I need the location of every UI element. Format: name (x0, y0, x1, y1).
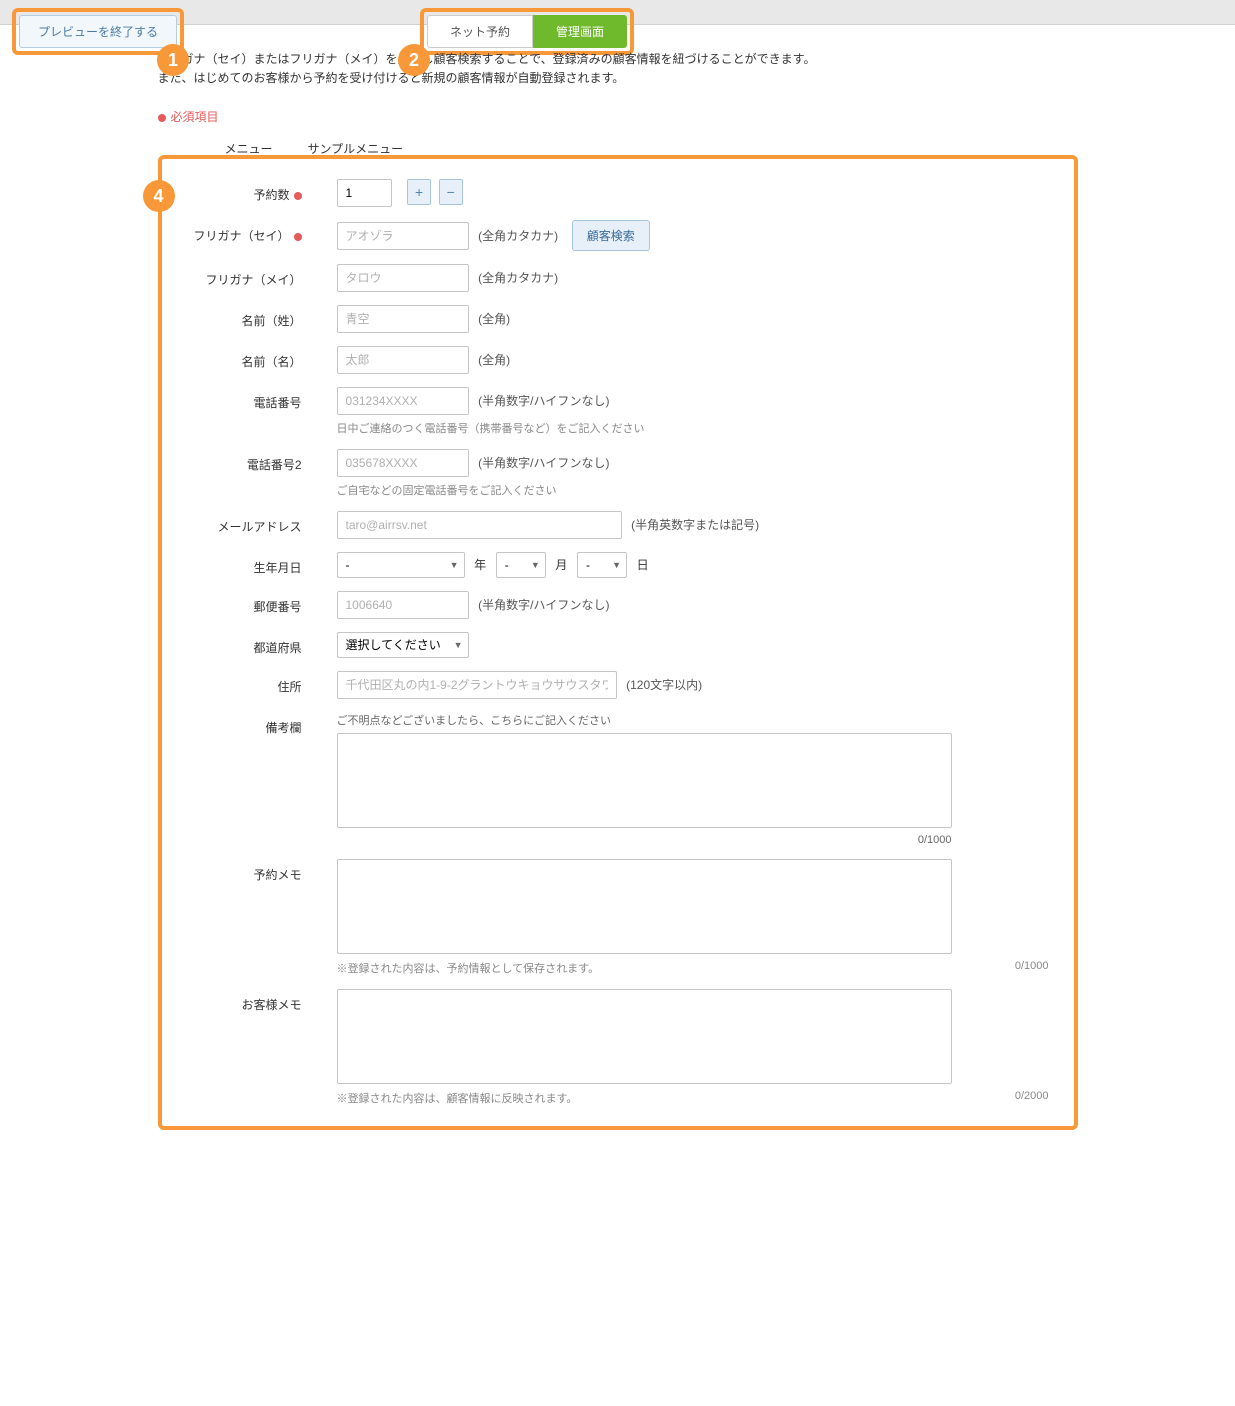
hint-name-sei: (全角) (478, 312, 510, 326)
row-name-mei: 名前（名） (全角) (187, 346, 1049, 374)
description-line2: また、はじめてのお客様から予約を受け付けると新規の顧客情報が自動登録されます。 (158, 69, 1078, 88)
callout-badge-4: 4 (143, 180, 175, 212)
form-highlight-box: 予約数 + − フリガナ（セイ） (全角カタカナ) 顧客検索 フリガナ（メイ） (158, 155, 1078, 1130)
prefecture-select[interactable]: 選択してください (337, 632, 469, 658)
label-email: メールアドレス (187, 511, 317, 535)
label-name-mei: 名前（名） (187, 346, 317, 370)
sub-hint-phone2: ご自宅などの固定電話番号をご記入ください (337, 482, 1049, 498)
main-content: フリガナ（セイ）またはフリガナ（メイ）を入力し顧客検索することで、登録済みの顧客… (158, 25, 1078, 1150)
row-furigana-mei: フリガナ（メイ） (全角カタカナ) (187, 264, 1049, 292)
customer-search-button[interactable]: 顧客検索 (572, 220, 650, 251)
hint-name-mei: (全角) (478, 353, 510, 367)
callout-badge-2: 2 (398, 44, 430, 76)
hint-email: (半角英数字または記号) (631, 518, 759, 532)
postal-input[interactable] (337, 591, 469, 619)
reservation-memo-counter: 0/1000 (1015, 960, 1049, 972)
sub-hint-phone1: 日中ご連絡のつく電話番号（携帯番号など）をご記入ください (337, 420, 1049, 436)
reservation-memo-note: ※登録された内容は、予約情報として保存されます。 0/1000 (337, 960, 1049, 976)
callout-badge-1: 1 (157, 44, 189, 76)
hint-phone2: (半角数字/ハイフンなし) (478, 456, 609, 470)
menu-label: メニュー (158, 140, 288, 157)
email-input[interactable] (337, 511, 622, 539)
row-address: 住所 (120文字以内) (187, 671, 1049, 699)
birth-month-select[interactable]: - (496, 552, 546, 578)
sub-hint-remarks: ご不明点などございましたら、こちらにご記入ください (337, 712, 1049, 728)
required-legend: 必須項目 (158, 108, 1078, 125)
reservation-memo-textarea[interactable] (337, 859, 952, 954)
label-name-sei: 名前（姓） (187, 305, 317, 329)
row-birthdate: 生年月日 - 年 - 月 - 日 (187, 552, 1049, 578)
row-reservation-count: 予約数 + − (187, 179, 1049, 207)
row-remarks: 備考欄 ご不明点などございましたら、こちらにご記入ください 0/1000 (187, 712, 1049, 846)
end-preview-button[interactable]: プレビューを終了する (19, 15, 177, 48)
label-phone2: 電話番号2 (187, 449, 317, 473)
row-postal: 郵便番号 (半角数字/ハイフンなし) (187, 591, 1049, 619)
birth-day-select[interactable]: - (577, 552, 627, 578)
customer-memo-note: ※登録された内容は、顧客情報に反映されます。 0/2000 (337, 1090, 1049, 1106)
label-reservation-memo: 予約メモ (187, 859, 317, 883)
required-dot-icon (158, 114, 166, 122)
label-reservation-count: 予約数 (187, 179, 317, 203)
row-phone1: 電話番号 (半角数字/ハイフンなし) 日中ご連絡のつく電話番号（携帯番号など）を… (187, 387, 1049, 436)
address-input[interactable] (337, 671, 617, 699)
birth-year-select[interactable]: - (337, 552, 465, 578)
row-prefecture: 都道府県 選択してください (187, 632, 1049, 658)
hint-furigana-mei: (全角カタカナ) (478, 271, 558, 285)
hint-phone1: (半角数字/ハイフンなし) (478, 394, 609, 408)
name-sei-input[interactable] (337, 305, 469, 333)
month-label: 月 (555, 558, 567, 572)
name-mei-input[interactable] (337, 346, 469, 374)
label-postal: 郵便番号 (187, 591, 317, 615)
row-reservation-memo: 予約メモ ※登録された内容は、予約情報として保存されます。 0/1000 (187, 859, 1049, 976)
remarks-textarea[interactable] (337, 733, 952, 828)
count-increment-button[interactable]: + (407, 179, 431, 205)
year-label: 年 (474, 558, 486, 572)
reservation-count-input[interactable] (337, 179, 392, 207)
phone2-input[interactable] (337, 449, 469, 477)
phone1-input[interactable] (337, 387, 469, 415)
furigana-mei-input[interactable] (337, 264, 469, 292)
required-dot-icon (294, 233, 302, 241)
furigana-sei-input[interactable] (337, 222, 469, 250)
label-furigana-sei: フリガナ（セイ） (187, 220, 317, 244)
remarks-counter: 0/1000 (337, 834, 952, 846)
label-address: 住所 (187, 671, 317, 695)
row-customer-memo: お客様メモ ※登録された内容は、顧客情報に反映されます。 0/2000 (187, 989, 1049, 1106)
label-remarks: 備考欄 (187, 712, 317, 736)
menu-value: サンプルメニュー (288, 140, 404, 157)
label-phone1: 電話番号 (187, 387, 317, 411)
row-email: メールアドレス (半角英数字または記号) (187, 511, 1049, 539)
label-furigana-mei: フリガナ（メイ） (187, 264, 317, 288)
label-birthdate: 生年月日 (187, 552, 317, 576)
description-text: フリガナ（セイ）またはフリガナ（メイ）を入力し顧客検索することで、登録済みの顧客… (158, 50, 1078, 88)
day-label: 日 (637, 558, 649, 572)
hint-furigana-sei: (全角カタカナ) (478, 229, 558, 243)
row-furigana-sei: フリガナ（セイ） (全角カタカナ) 顧客検索 (187, 220, 1049, 251)
customer-memo-counter: 0/2000 (1015, 1090, 1049, 1102)
row-name-sei: 名前（姓） (全角) (187, 305, 1049, 333)
label-customer-memo: お客様メモ (187, 989, 317, 1013)
count-decrement-button[interactable]: − (439, 179, 463, 205)
label-prefecture: 都道府県 (187, 632, 317, 656)
row-phone2: 電話番号2 (半角数字/ハイフンなし) ご自宅などの固定電話番号をご記入ください (187, 449, 1049, 498)
hint-postal: (半角数字/ハイフンなし) (478, 598, 609, 612)
customer-memo-textarea[interactable] (337, 989, 952, 1084)
required-dot-icon (294, 192, 302, 200)
description-line1: フリガナ（セイ）またはフリガナ（メイ）を入力し顧客検索することで、登録済みの顧客… (158, 50, 1078, 69)
header-bar: プレビューを終了する ネット予約 管理画面 (0, 0, 1235, 25)
hint-address: (120文字以内) (626, 678, 702, 692)
